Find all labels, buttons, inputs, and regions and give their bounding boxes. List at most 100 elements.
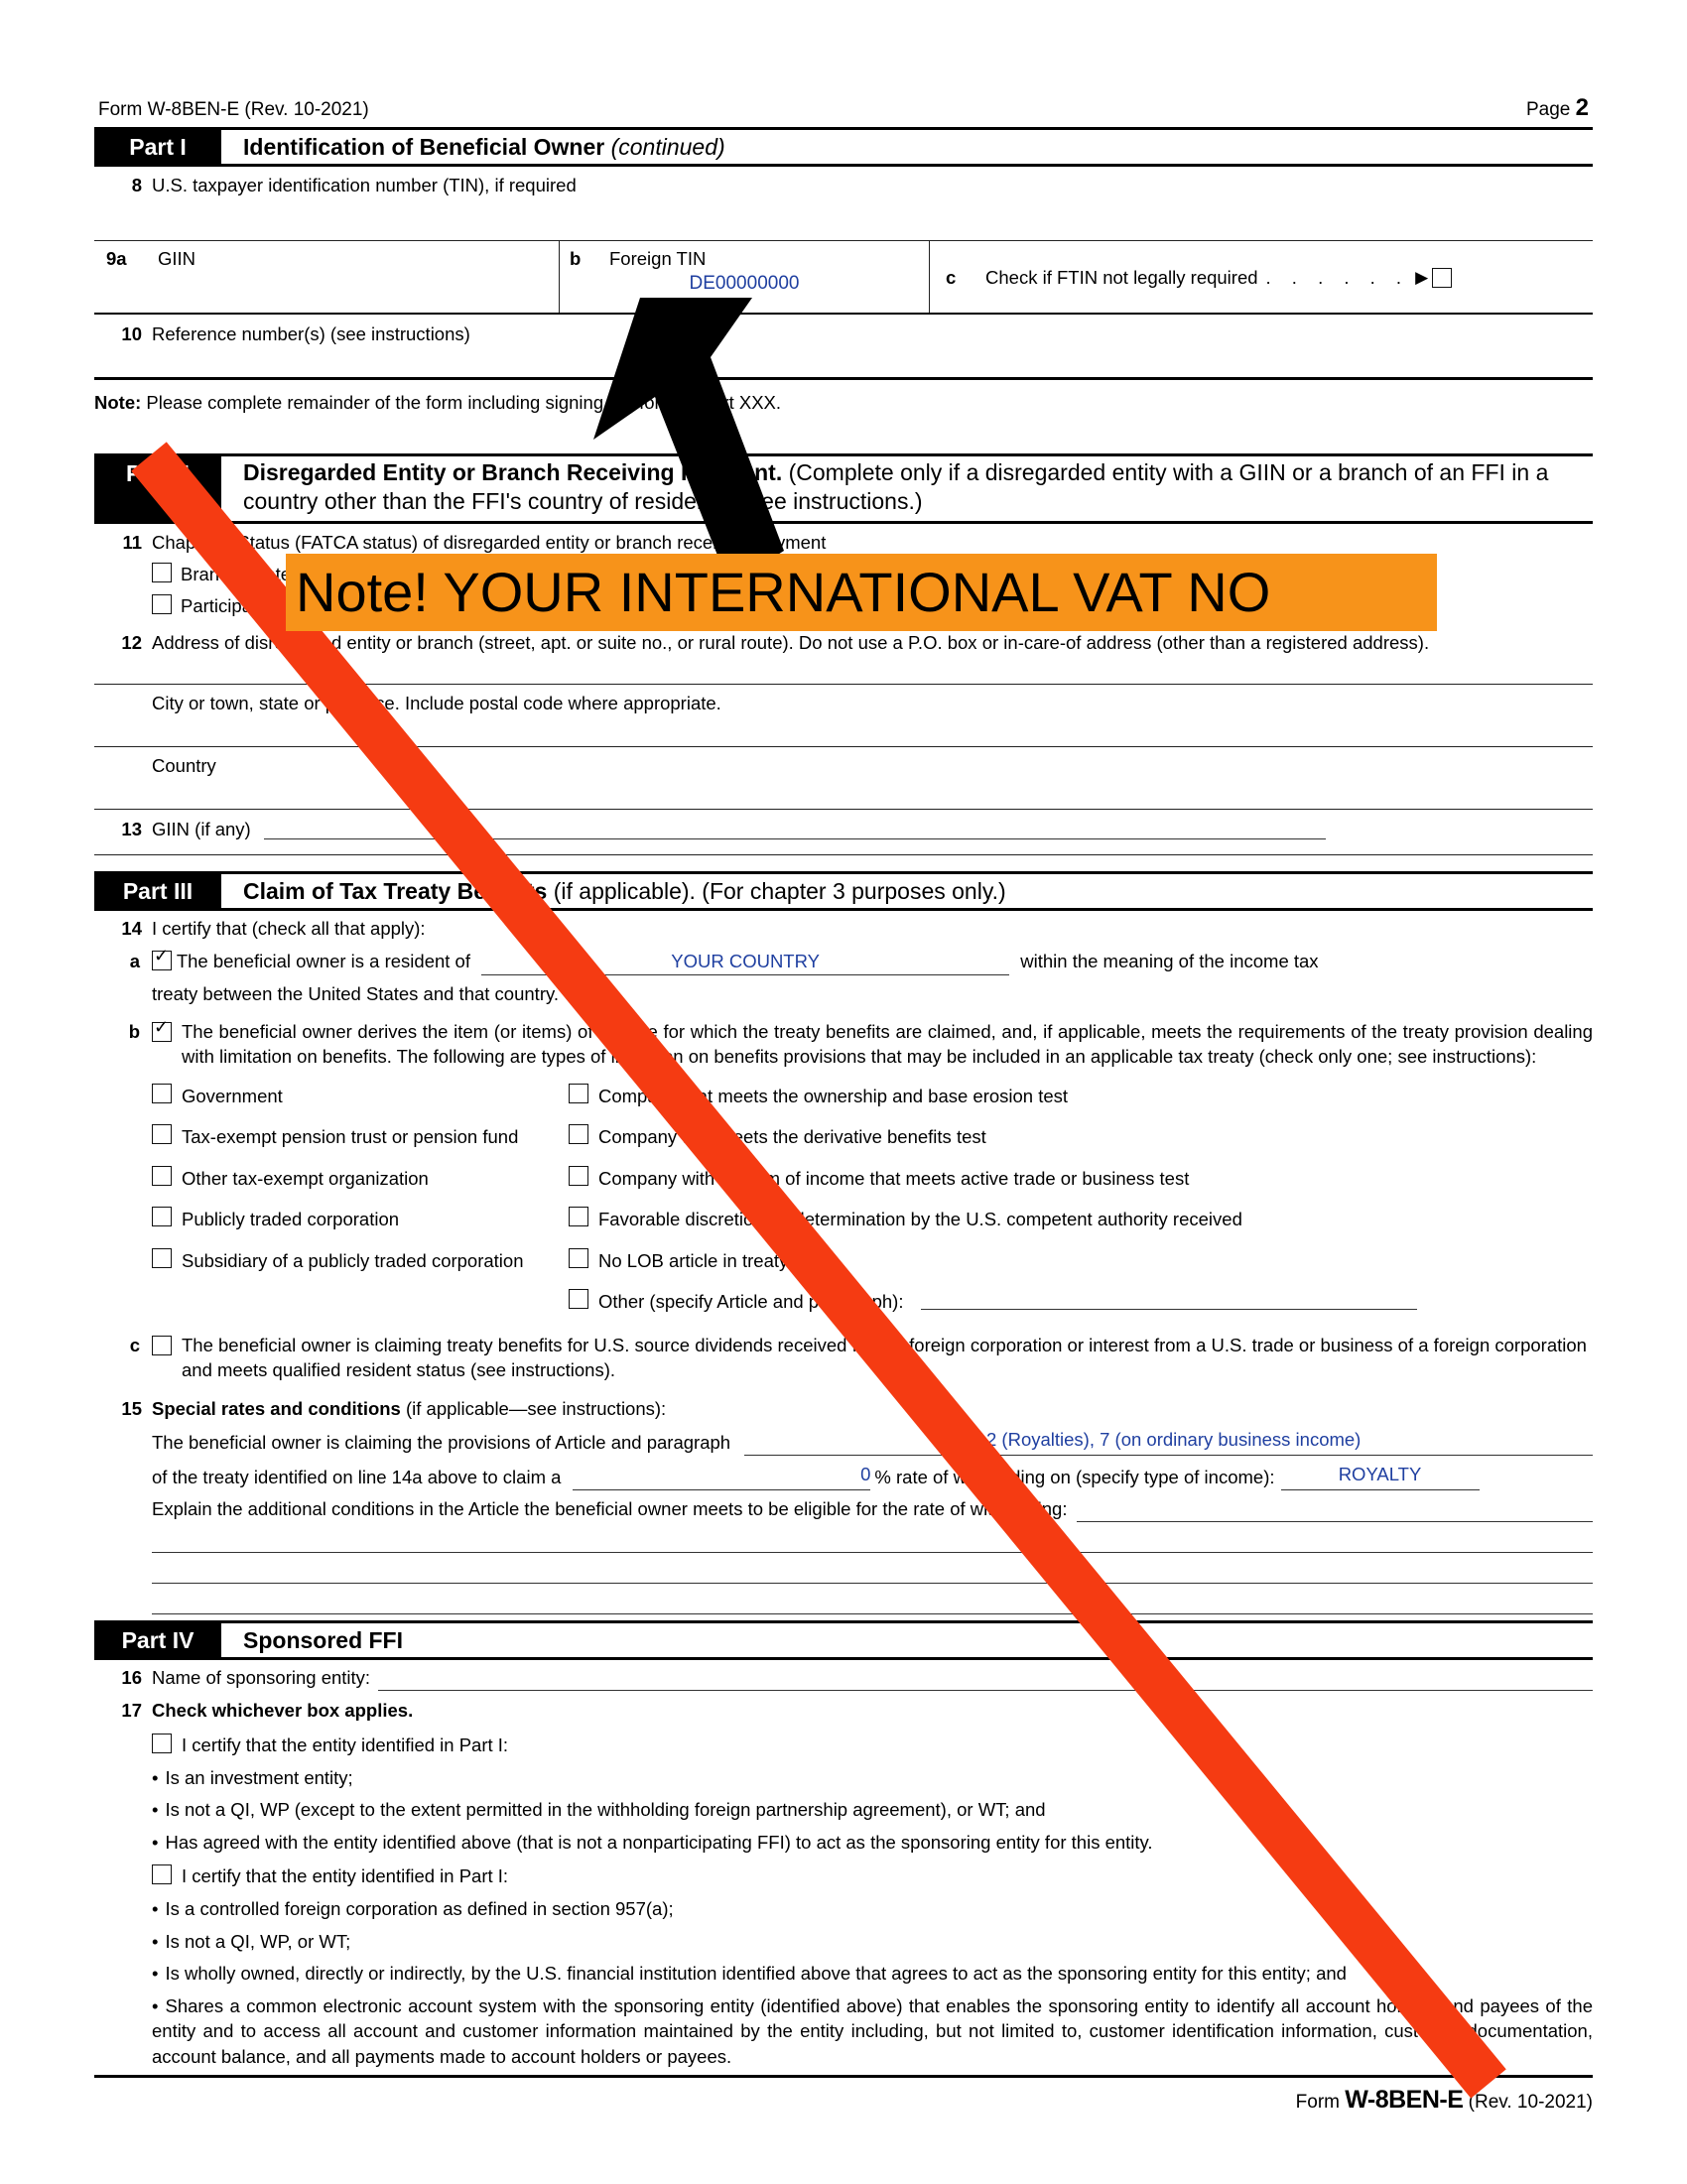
line-14b-key: b xyxy=(128,1020,140,1042)
part1-title-text: Identification of Beneficial Owner xyxy=(243,134,605,160)
lob-option-subsidiary[interactable]: Subsidiary of a publicly traded corporat… xyxy=(152,1247,569,1290)
line-9c-key: c xyxy=(946,266,957,288)
checkbox-lob-subsidiary[interactable] xyxy=(152,1247,172,1268)
line-14a-text-line2: treaty between the United States and tha… xyxy=(152,983,559,1005)
part2-title-bold: Disregarded Entity or Branch Receiving P… xyxy=(243,458,783,485)
line-12-number: 12 xyxy=(121,631,142,653)
line-14: 14 I certify that (check all that apply)… xyxy=(94,911,1593,942)
option-label: Reporting Model 1 FFI. xyxy=(597,563,786,584)
checkbox-lob-favorable-discretionary[interactable] xyxy=(569,1207,588,1227)
checkbox-cert1[interactable] xyxy=(152,1733,172,1753)
bullet-text: Has agreed with the entity identified ab… xyxy=(165,1831,1153,1853)
cert2-row[interactable]: I certify that the entity identified in … xyxy=(152,1855,1593,1889)
line-15-explain-line3[interactable] xyxy=(152,1553,1593,1584)
line-14a: a The beneficial owner is a resident of … xyxy=(94,942,1593,1007)
footer-revision: (Rev. 10-2021) xyxy=(1468,2092,1593,2114)
checkbox-branch-nonparticipating-ffi[interactable] xyxy=(152,562,172,582)
lob-option-government[interactable]: Government xyxy=(152,1083,569,1125)
checkbox-14c-qualified-resident[interactable] xyxy=(152,1335,172,1355)
bullet-icon: • xyxy=(152,1831,159,1853)
option-reporting-model-2-ffi[interactable]: Reporting Model 2 FFI. xyxy=(569,593,1033,619)
part1-header: Part I Identification of Beneficial Owne… xyxy=(94,127,1593,167)
cert2-bullet-2: • Is not a QI, WP, or WT; xyxy=(152,1922,1593,1955)
lob-option-derivative-benefits[interactable]: Company that meets the derivative benefi… xyxy=(569,1124,1593,1166)
bullet-text: Is not a QI, WP (except to the extent pe… xyxy=(165,1799,1046,1821)
checkbox-us-branch[interactable] xyxy=(1033,562,1053,582)
income-type-value[interactable]: ROYALTY xyxy=(1280,1463,1480,1490)
lob-option-publicly-traded[interactable]: Publicly traded corporation xyxy=(152,1207,569,1248)
ftin-not-required-checkbox[interactable] xyxy=(1432,267,1453,288)
line-13-text: GIIN (if any) xyxy=(152,818,251,839)
line-13-input[interactable] xyxy=(263,819,1326,839)
line-9c-label: Check if FTIN not legally required xyxy=(985,266,1258,288)
lob-column-left: Government Tax-exempt pension trust or p… xyxy=(152,1083,569,1331)
cert1-row[interactable]: I certify that the entity identified in … xyxy=(152,1724,1593,1758)
lob-option-no-lob-article[interactable]: No LOB article in treaty xyxy=(569,1247,1593,1290)
line-9c-cell[interactable]: c Check if FTIN not legally required . .… xyxy=(929,240,1593,313)
line-9b-key: b xyxy=(570,247,582,269)
lob-option-active-trade-business[interactable]: Company with an item of income that meet… xyxy=(569,1165,1593,1208)
line-11-label: Chapter 4 Status (FATCA status) of disre… xyxy=(152,531,827,553)
part2-title: Disregarded Entity or Branch Receiving P… xyxy=(221,456,1593,521)
resident-country-value[interactable]: YOUR COUNTRY xyxy=(481,949,1010,976)
line-15-explain-line2[interactable] xyxy=(152,1522,1593,1553)
part4-title: Sponsored FFI xyxy=(243,1626,403,1653)
withholding-rate-value[interactable]: 0 xyxy=(573,1463,871,1490)
option-participating-ffi[interactable]: Participating FFI. xyxy=(152,593,569,619)
checkbox-lob-other-tax-exempt[interactable] xyxy=(152,1165,172,1186)
checkbox-lob-no-article[interactable] xyxy=(569,1247,588,1268)
bullet-icon: • xyxy=(152,1994,159,2016)
checkbox-participating-ffi[interactable] xyxy=(152,593,172,614)
lob-option-ownership-base-erosion[interactable]: Company that meets the ownership and bas… xyxy=(569,1083,1593,1125)
checkbox-lob-active-trade-business[interactable] xyxy=(569,1165,588,1186)
line-15-label-bold: Special rates and conditions xyxy=(152,1397,401,1419)
checkbox-reporting-model-1-ffi[interactable] xyxy=(569,562,588,582)
lob-option-other-tax-exempt[interactable]: Other tax-exempt organization xyxy=(152,1165,569,1208)
checkbox-reporting-model-2-ffi[interactable] xyxy=(569,593,588,614)
option-label: Participating FFI. xyxy=(181,594,320,616)
line-16-number: 16 xyxy=(121,1666,142,1688)
lob-other-input[interactable] xyxy=(921,1289,1418,1311)
line-13-label: GIIN (if any) xyxy=(152,818,1593,842)
bullet-icon: • xyxy=(152,1930,159,1952)
lob-option-other[interactable]: Other (specify Article and paragraph): xyxy=(569,1289,1593,1331)
treaty-article-value[interactable]: 12 (Royalties), 7 (on ordinary business … xyxy=(744,1428,1593,1456)
line-11-options-row2: Participating FFI. Reporting Model 2 FFI… xyxy=(94,587,1593,619)
checkbox-lob-other[interactable] xyxy=(569,1289,588,1310)
option-us-branch[interactable]: U.S. Branch. xyxy=(1033,562,1166,587)
line-9b-cell[interactable]: b Foreign TIN DE00000000 xyxy=(559,240,929,313)
checkbox-lob-publicly-traded[interactable] xyxy=(152,1207,172,1227)
sponsoring-entity-input[interactable] xyxy=(378,1670,1593,1691)
checkbox-lob-derivative-benefits[interactable] xyxy=(569,1124,588,1145)
page-number: 2 xyxy=(1575,94,1589,121)
option-branch-nonparticipating-ffi[interactable]: Branch treated as nonparticipating FFI. xyxy=(152,562,569,587)
line-15-label: Special rates and conditions (if applica… xyxy=(152,1397,1593,1422)
line-15-explain-line4[interactable] xyxy=(152,1584,1593,1614)
cert1-bullet-3: • Has agreed with the entity identified a… xyxy=(152,1823,1593,1856)
line-9a-cell[interactable]: 9a GIIN xyxy=(94,241,559,313)
foreign-tin-value[interactable]: DE00000000 xyxy=(560,270,929,295)
part2-tag: Part II xyxy=(94,455,221,521)
line-15-explain-input[interactable] xyxy=(1077,1501,1593,1522)
option-reporting-model-1-ffi[interactable]: Reporting Model 1 FFI. xyxy=(569,562,1033,587)
page-label: Page xyxy=(1525,99,1571,120)
line-15-explain-text: Explain the additional conditions in the… xyxy=(152,1497,1068,1519)
lob-option-pension-trust[interactable]: Tax-exempt pension trust or pension fund xyxy=(152,1124,569,1166)
checkbox-lob-pension-trust[interactable] xyxy=(152,1124,172,1145)
line-9-grid: 9a GIIN b Foreign TIN DE00000000 c Check… xyxy=(94,239,1593,315)
line-9a-value[interactable] xyxy=(94,270,559,273)
lob-option-favorable-discretionary[interactable]: Favorable discretionary determination by… xyxy=(569,1207,1593,1248)
line-17: 17 Check whichever box applies. xyxy=(94,1691,1593,1724)
cert2-label: I certify that the entity identified in … xyxy=(182,1865,509,1887)
checkbox-cert2[interactable] xyxy=(152,1864,172,1885)
bullet-icon: • xyxy=(152,1963,159,1985)
line-12-city-label: City or town, state or province. Include… xyxy=(152,692,721,713)
part3-title: Claim of Tax Treaty Benefits (if applica… xyxy=(221,874,1593,908)
checkbox-14a-resident[interactable] xyxy=(152,946,172,970)
checkbox-lob-government[interactable] xyxy=(152,1083,172,1103)
part2-header: Part II Disregarded Entity or Branch Rec… xyxy=(94,452,1593,524)
checkbox-lob-ownership-base-erosion[interactable] xyxy=(569,1083,588,1103)
cert2-bullet-3: • Is wholly owned, directly or indirectly… xyxy=(152,1954,1593,1987)
checkbox-14b-derives-income[interactable] xyxy=(152,1017,172,1042)
form-header-left: Form W-8BEN-E (Rev. 10-2021) xyxy=(98,99,369,120)
